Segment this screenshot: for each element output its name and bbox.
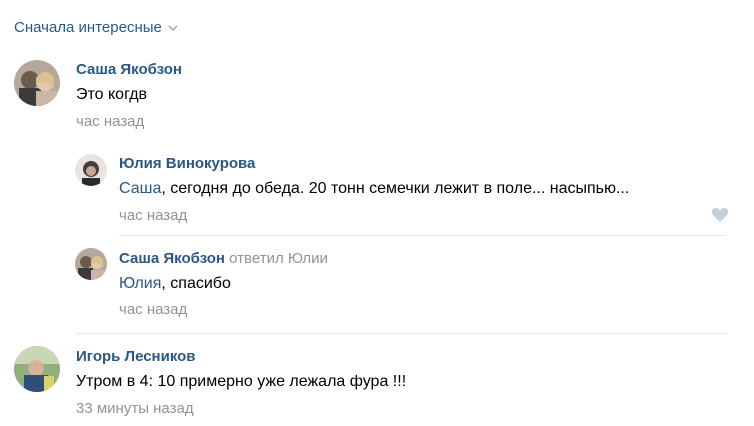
- comment-author[interactable]: Саша Якобзон: [76, 61, 182, 78]
- chevron-down-icon: [168, 25, 178, 31]
- avatar[interactable]: [75, 248, 107, 280]
- comment-text: Это когдв: [76, 86, 148, 103]
- avatar[interactable]: [14, 60, 60, 106]
- comment-time[interactable]: час назад: [76, 113, 144, 130]
- heart-icon[interactable]: [711, 207, 729, 223]
- comment-text: Юлия, спасибо: [119, 275, 231, 293]
- comment-author[interactable]: Юлия Винокурова: [119, 155, 255, 172]
- comment-text-body: , спасибо: [161, 275, 231, 292]
- mention-link[interactable]: Саша: [119, 180, 161, 197]
- sort-dropdown[interactable]: Сначала интересные: [14, 19, 178, 36]
- comment-time[interactable]: час назад: [119, 207, 187, 224]
- sort-label: Сначала интересные: [14, 19, 162, 36]
- comment-author[interactable]: Игорь Лесников: [76, 348, 196, 365]
- avatar[interactable]: [14, 346, 60, 392]
- divider: [119, 235, 726, 236]
- comment-author[interactable]: Саша Якобзон ответил Юлии: [119, 250, 328, 267]
- comment-time[interactable]: час назад: [119, 301, 187, 318]
- comment-text: Саша, сегодня до обеда. 20 тонн семечки …: [119, 180, 629, 198]
- divider: [76, 333, 726, 334]
- reply-note[interactable]: ответил Юлии: [229, 250, 328, 267]
- comment-text-body: , сегодня до обеда. 20 тонн семечки лежи…: [161, 180, 630, 197]
- comment-text: Утром в 4: 10 примерно уже лежала фура !…: [76, 373, 407, 390]
- comment-author-name[interactable]: Саша Якобзон: [119, 250, 225, 267]
- comment-time[interactable]: 33 минуты назад: [76, 400, 194, 417]
- avatar[interactable]: [75, 154, 107, 186]
- mention-link[interactable]: Юлия: [119, 275, 161, 292]
